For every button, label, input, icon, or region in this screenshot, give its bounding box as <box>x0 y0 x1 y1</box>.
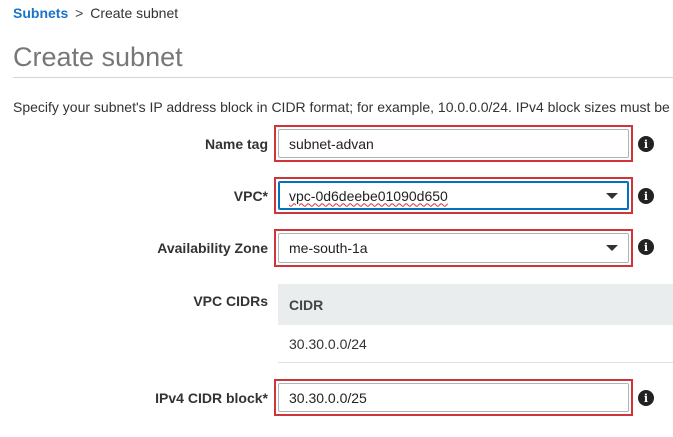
breadcrumb: Subnets > Create subnet <box>13 5 178 21</box>
availability-zone-label: Availability Zone <box>157 240 268 256</box>
breadcrumb-separator: > <box>75 5 84 21</box>
ipv4-cidr-block-label: IPv4 CIDR block* <box>155 390 268 406</box>
ipv4-cidr-block-input[interactable] <box>278 383 629 412</box>
vpc-select[interactable]: vpc-0d6deebe01090d650 <box>278 181 629 210</box>
vpc-selected-value: vpc-0d6deebe01090d650 <box>289 187 448 204</box>
name-tag-info-icon[interactable]: i <box>638 136 654 152</box>
availability-zone-selected-value: me-south-1a <box>289 240 368 256</box>
availability-zone-chevron-down-icon <box>606 245 618 251</box>
page-description: Specify your subnet's IP address block i… <box>13 99 670 115</box>
vpc-highlight: vpc-0d6deebe01090d650 <box>274 177 633 214</box>
breadcrumb-current: Create subnet <box>90 5 179 21</box>
ipv4-cidr-block-highlight <box>274 379 633 416</box>
table-row: 30.30.0.0/24 <box>278 325 673 363</box>
page-title: Create subnet <box>13 42 183 72</box>
name-tag-highlight <box>274 125 633 162</box>
vpc-cidrs-table: CIDR 30.30.0.0/24 <box>278 284 673 363</box>
vpc-chevron-down-icon <box>606 192 618 199</box>
title-divider <box>13 77 673 78</box>
ipv4-cidr-block-info-icon[interactable]: i <box>638 390 654 406</box>
name-tag-input[interactable] <box>278 129 629 158</box>
availability-zone-highlight: me-south-1a <box>274 229 633 267</box>
breadcrumb-subnets-link[interactable]: Subnets <box>13 5 68 21</box>
name-tag-label: Name tag <box>204 136 268 152</box>
vpc-cidrs-label: VPC CIDRs <box>193 293 268 309</box>
cidr-column-header: CIDR <box>278 284 673 325</box>
vpc-info-icon[interactable]: i <box>638 188 654 204</box>
availability-zone-select[interactable]: me-south-1a <box>278 233 629 263</box>
vpc-label: VPC* <box>233 188 268 204</box>
availability-zone-info-icon[interactable]: i <box>638 239 654 255</box>
